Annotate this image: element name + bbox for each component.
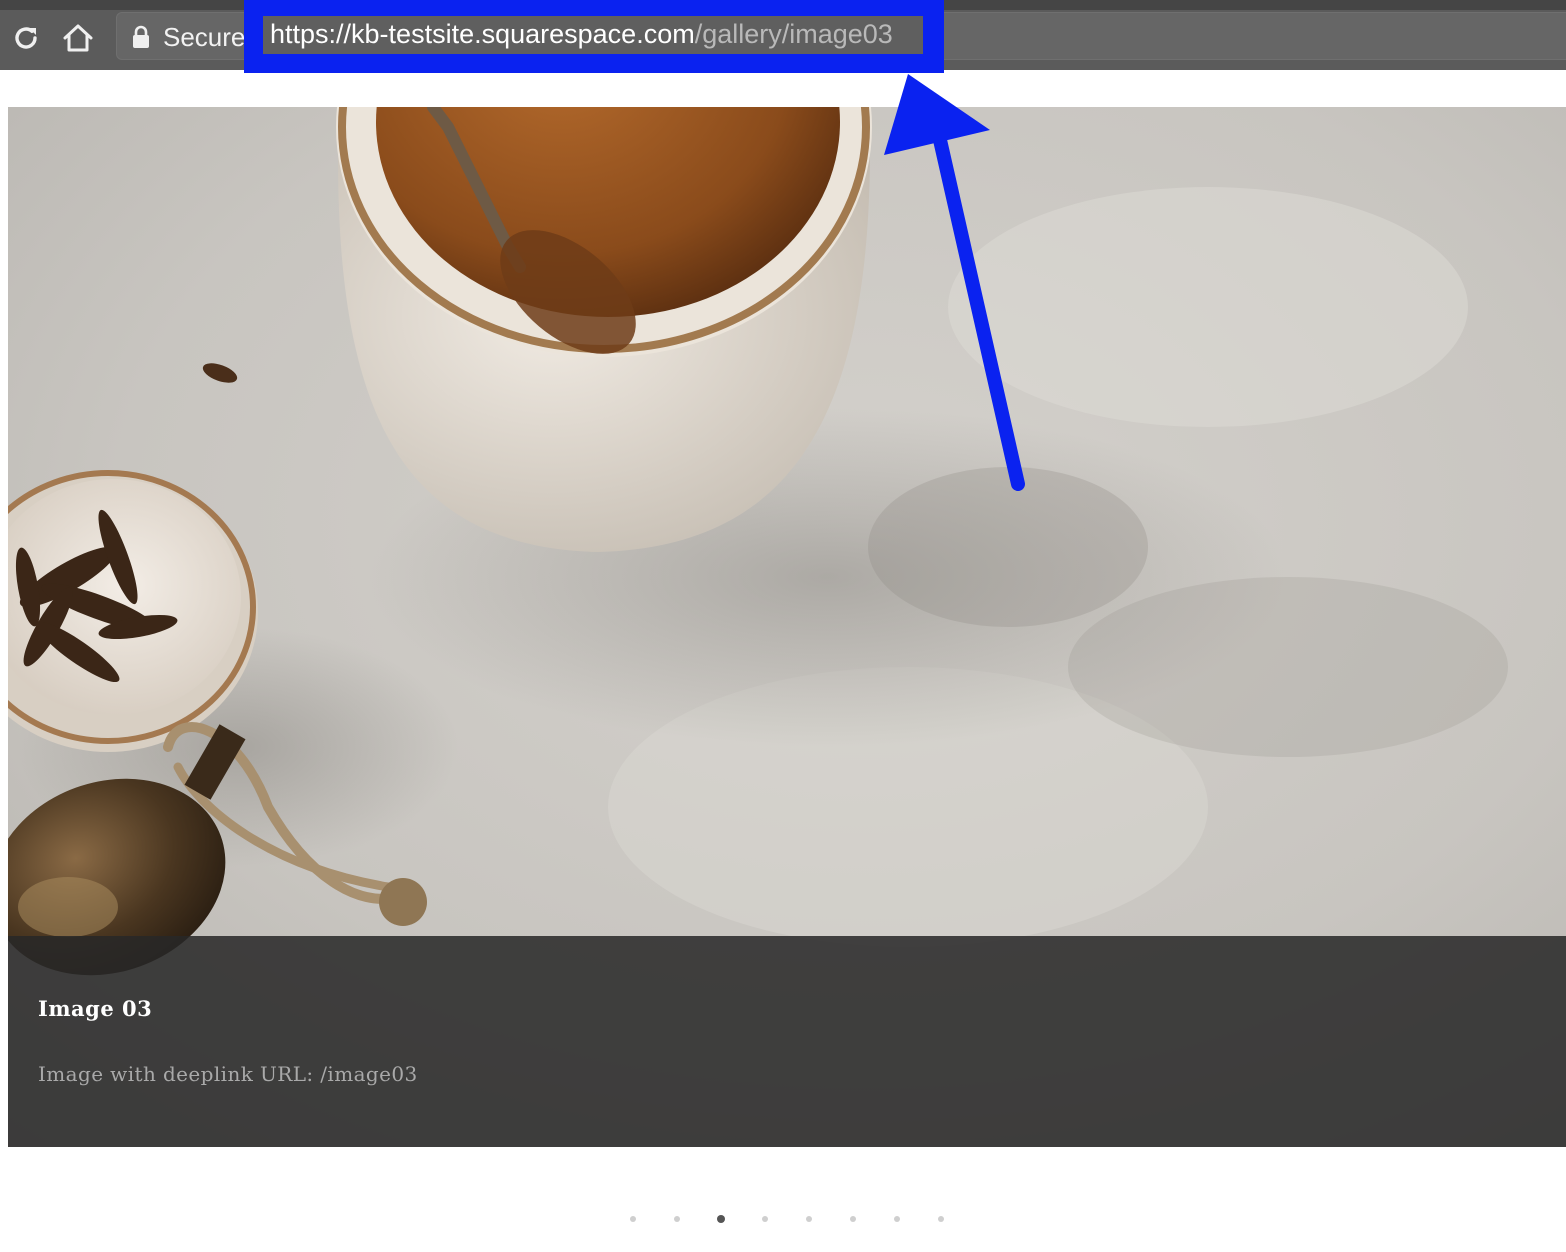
home-icon (63, 24, 93, 52)
url-origin: https://kb-testsite.squarespace.com (270, 19, 695, 49)
slide-pagination (626, 1212, 978, 1226)
pagination-dot-indicator (894, 1216, 900, 1222)
url-text[interactable]: https://kb-testsite.squarespace.com/gall… (270, 17, 893, 51)
caption-title: Image 03 (38, 996, 153, 1021)
caption-description: Image with deeplink URL: /image03 (38, 1062, 418, 1086)
pagination-dot[interactable] (626, 1212, 670, 1226)
pagination-dot-indicator (630, 1216, 636, 1222)
pagination-dot-indicator (674, 1216, 680, 1222)
pagination-dot[interactable] (846, 1212, 890, 1226)
pagination-dot[interactable] (670, 1212, 714, 1226)
gallery-slide[interactable]: Image 03 Image with deeplink URL: /image… (8, 107, 1566, 1147)
pagination-dot-indicator (806, 1216, 812, 1222)
secure-label: Secure (163, 22, 246, 52)
pagination-dot-indicator (850, 1216, 856, 1222)
pagination-dot-indicator (938, 1216, 944, 1222)
lock-icon (133, 25, 149, 48)
reload-icon (15, 27, 37, 49)
pagination-dot[interactable] (758, 1212, 802, 1226)
url-path: /gallery/image03 (694, 19, 893, 49)
slide-caption: Image 03 Image with deeplink URL: /image… (8, 936, 1566, 1147)
pagination-dot[interactable] (890, 1212, 934, 1226)
home-button[interactable] (58, 18, 98, 58)
pagination-dot[interactable] (714, 1212, 758, 1226)
pagination-dot[interactable] (802, 1212, 846, 1226)
pagination-dot-indicator (762, 1216, 768, 1222)
pagination-dot[interactable] (934, 1212, 978, 1226)
reload-button[interactable] (6, 18, 46, 58)
pagination-dot-indicator (717, 1215, 725, 1223)
